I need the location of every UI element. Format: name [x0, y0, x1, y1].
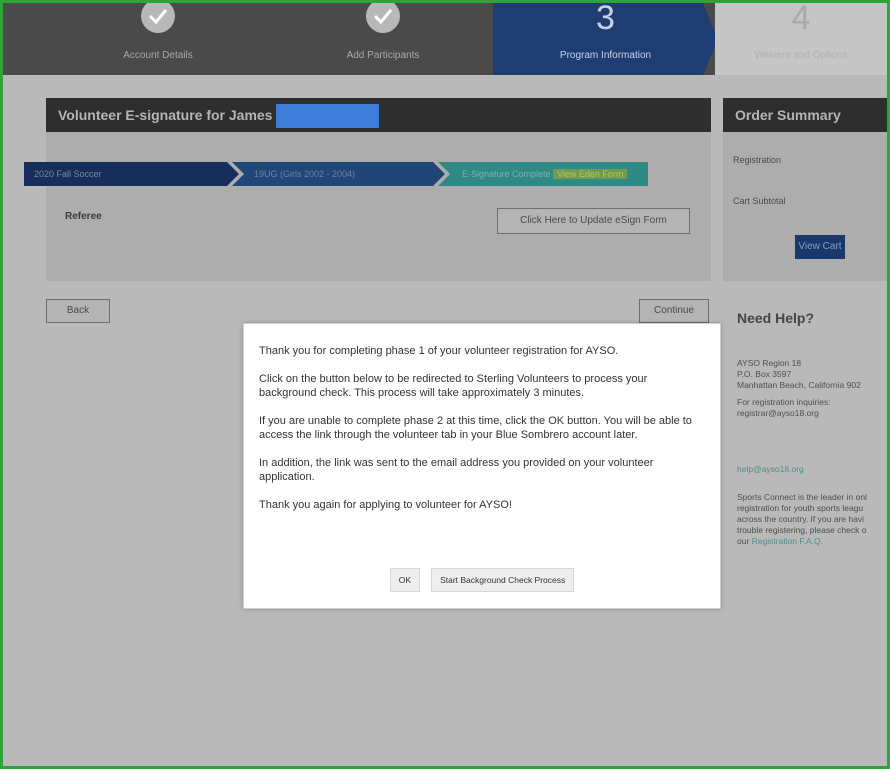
step-label: Account Details: [123, 50, 193, 61]
volunteer-panel: Volunteer E-signature for James: [46, 98, 711, 281]
step-label: Add Participants: [346, 50, 420, 61]
update-esign-button[interactable]: Click Here to Update eSign Form: [497, 208, 690, 234]
start-background-check-button[interactable]: Start Background Check Process: [431, 568, 575, 592]
view-cart-button[interactable]: View Cart: [795, 235, 845, 259]
step-waivers-options: 4 Waivers and Options: [715, 3, 887, 75]
step-label: Program Information: [559, 50, 652, 61]
modal-button-row: OK Start Background Check Process: [244, 568, 720, 592]
volunteer-status-bar: 2020 Fall Soccer 19UG (Girls 2002 - 2004…: [24, 162, 690, 186]
order-summary-header: Order Summary: [723, 98, 887, 132]
help-blurb-line: trouble registering, please check o: [737, 525, 867, 535]
check-icon: [141, 3, 175, 33]
help-title: Need Help?: [737, 310, 815, 326]
step-number: 3: [596, 0, 615, 37]
progress-stepper: Account Details Add Participants 3 Progr…: [3, 3, 887, 75]
continue-button[interactable]: Continue: [639, 299, 709, 323]
volunteer-panel-header: Volunteer E-signature for James: [46, 98, 711, 132]
help-org: AYSO Region 18: [737, 358, 802, 368]
modal-text: Thank you for completing phase 1 of your…: [259, 345, 619, 357]
registrar-email[interactable]: registrar@ayso18.org: [737, 408, 819, 419]
cart-subtotal-label: Cart Subtotal: [733, 196, 786, 206]
help-po-box: P.O. Box 3597: [737, 369, 792, 379]
modal-text: If you are unable to complete phase 2 at…: [259, 415, 692, 441]
step-add-participants[interactable]: Add Participants: [303, 3, 463, 75]
help-email-link[interactable]: help@ayso18.org: [737, 464, 804, 475]
status-chevron: E-Signature Complete View Eden Form: [438, 162, 648, 186]
ok-button[interactable]: OK: [389, 568, 420, 592]
program-chevron: 2020 Fall Soccer: [24, 162, 239, 186]
view-form-link[interactable]: View Eden Form: [553, 169, 628, 179]
step-account-details[interactable]: Account Details: [78, 3, 238, 75]
step-number: 4: [791, 0, 811, 37]
help-blurb-line: registration for youth sports leagu: [737, 503, 864, 513]
redacted-name: [276, 104, 380, 129]
volunteer-panel-title: Volunteer E-signature for James: [58, 107, 273, 123]
help-blurb-line: across the country. If you are havi: [737, 514, 864, 524]
division-chevron: 19UG (Girls 2002 - 2004): [232, 162, 445, 186]
help-blurb-line: Sports Connect is the leader in onl: [737, 492, 867, 502]
step-label: Waivers and Options: [754, 50, 848, 61]
help-blurb-line: our Registration F.A.Q.: [737, 536, 823, 547]
page-frame: Account Details Add Participants 3 Progr…: [0, 0, 890, 769]
volunteer-role: Referee: [65, 211, 102, 222]
faq-link[interactable]: Registration F.A.Q.: [752, 536, 823, 546]
status-text: E-Signature Complete: [462, 169, 551, 179]
help-inquiries: For registration inquiries:: [737, 397, 831, 407]
modal-text: Click on the button below to be redirect…: [259, 373, 648, 399]
modal-text: Thank you again for applying to voluntee…: [259, 499, 512, 511]
registration-label: Registration: [733, 155, 782, 165]
modal-text: In addition, the link was sent to the em…: [259, 457, 654, 483]
back-button[interactable]: Back: [46, 299, 110, 323]
step-program-information: 3 Program Information: [493, 3, 718, 75]
background-check-modal: Thank you for completing phase 1 of your…: [243, 323, 721, 609]
check-icon: [366, 3, 400, 33]
help-blurb-prefix: our: [737, 536, 750, 546]
help-city: Manhattan Beach, California 902: [737, 380, 861, 390]
